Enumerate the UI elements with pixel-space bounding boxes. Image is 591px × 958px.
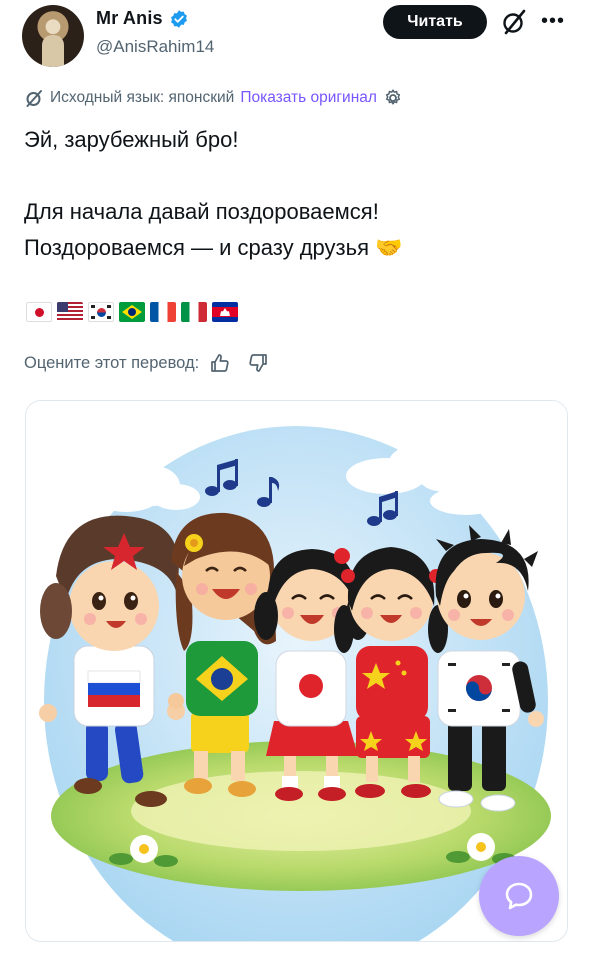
japan-flag-icon <box>26 302 52 322</box>
grok-chat-fab[interactable] <box>479 856 559 936</box>
follow-button[interactable]: Читать <box>383 5 487 39</box>
grok-icon[interactable] <box>500 8 528 36</box>
thumbs-down-icon[interactable] <box>247 352 269 374</box>
chat-bubble-icon <box>505 882 533 910</box>
more-options-icon[interactable]: ••• <box>541 11 565 31</box>
verified-badge-icon <box>170 9 187 28</box>
flag-emoji-row <box>26 302 238 322</box>
tweet-line: Поздороваемся — и сразу друзья 🤝 <box>24 235 403 260</box>
tweet-line: Для начала давай поздороваемся! <box>24 199 379 224</box>
handshake-emoji: 🤝 <box>375 235 403 260</box>
show-original-link[interactable]: Показать оригинал <box>240 89 377 107</box>
south-korea-flag-icon <box>88 302 114 322</box>
author-name-row: Mr Anis <box>96 8 189 29</box>
author-name[interactable]: Mr Anis <box>96 8 163 29</box>
cambodia-flag-icon <box>212 302 238 322</box>
usa-flag-icon <box>57 302 83 322</box>
translate-icon <box>26 90 42 107</box>
author-handle[interactable]: @AnisRahim14 <box>96 37 214 57</box>
gear-icon[interactable] <box>383 88 403 108</box>
france-flag-icon <box>150 302 176 322</box>
translation-bar: Исходный язык: японский Показать оригина… <box>24 88 403 108</box>
illustration-kids-friends <box>26 401 567 941</box>
tweet-line <box>24 158 403 194</box>
tweet-line: Эй, зарубежный бро! <box>24 127 239 152</box>
tweet-media-image[interactable] <box>25 400 568 942</box>
rate-translation-label: Оцените этот перевод: <box>24 353 200 372</box>
italy-flag-icon <box>181 302 207 322</box>
brazil-flag-icon <box>119 302 145 322</box>
author-avatar[interactable] <box>22 5 84 67</box>
tweet-text: Эй, зарубежный бро! Для начала давай поз… <box>24 122 403 266</box>
thumbs-up-icon[interactable] <box>209 352 231 374</box>
source-language-label: Исходный язык: японский <box>50 89 235 106</box>
rate-translation-row: Оцените этот перевод: <box>24 352 269 374</box>
